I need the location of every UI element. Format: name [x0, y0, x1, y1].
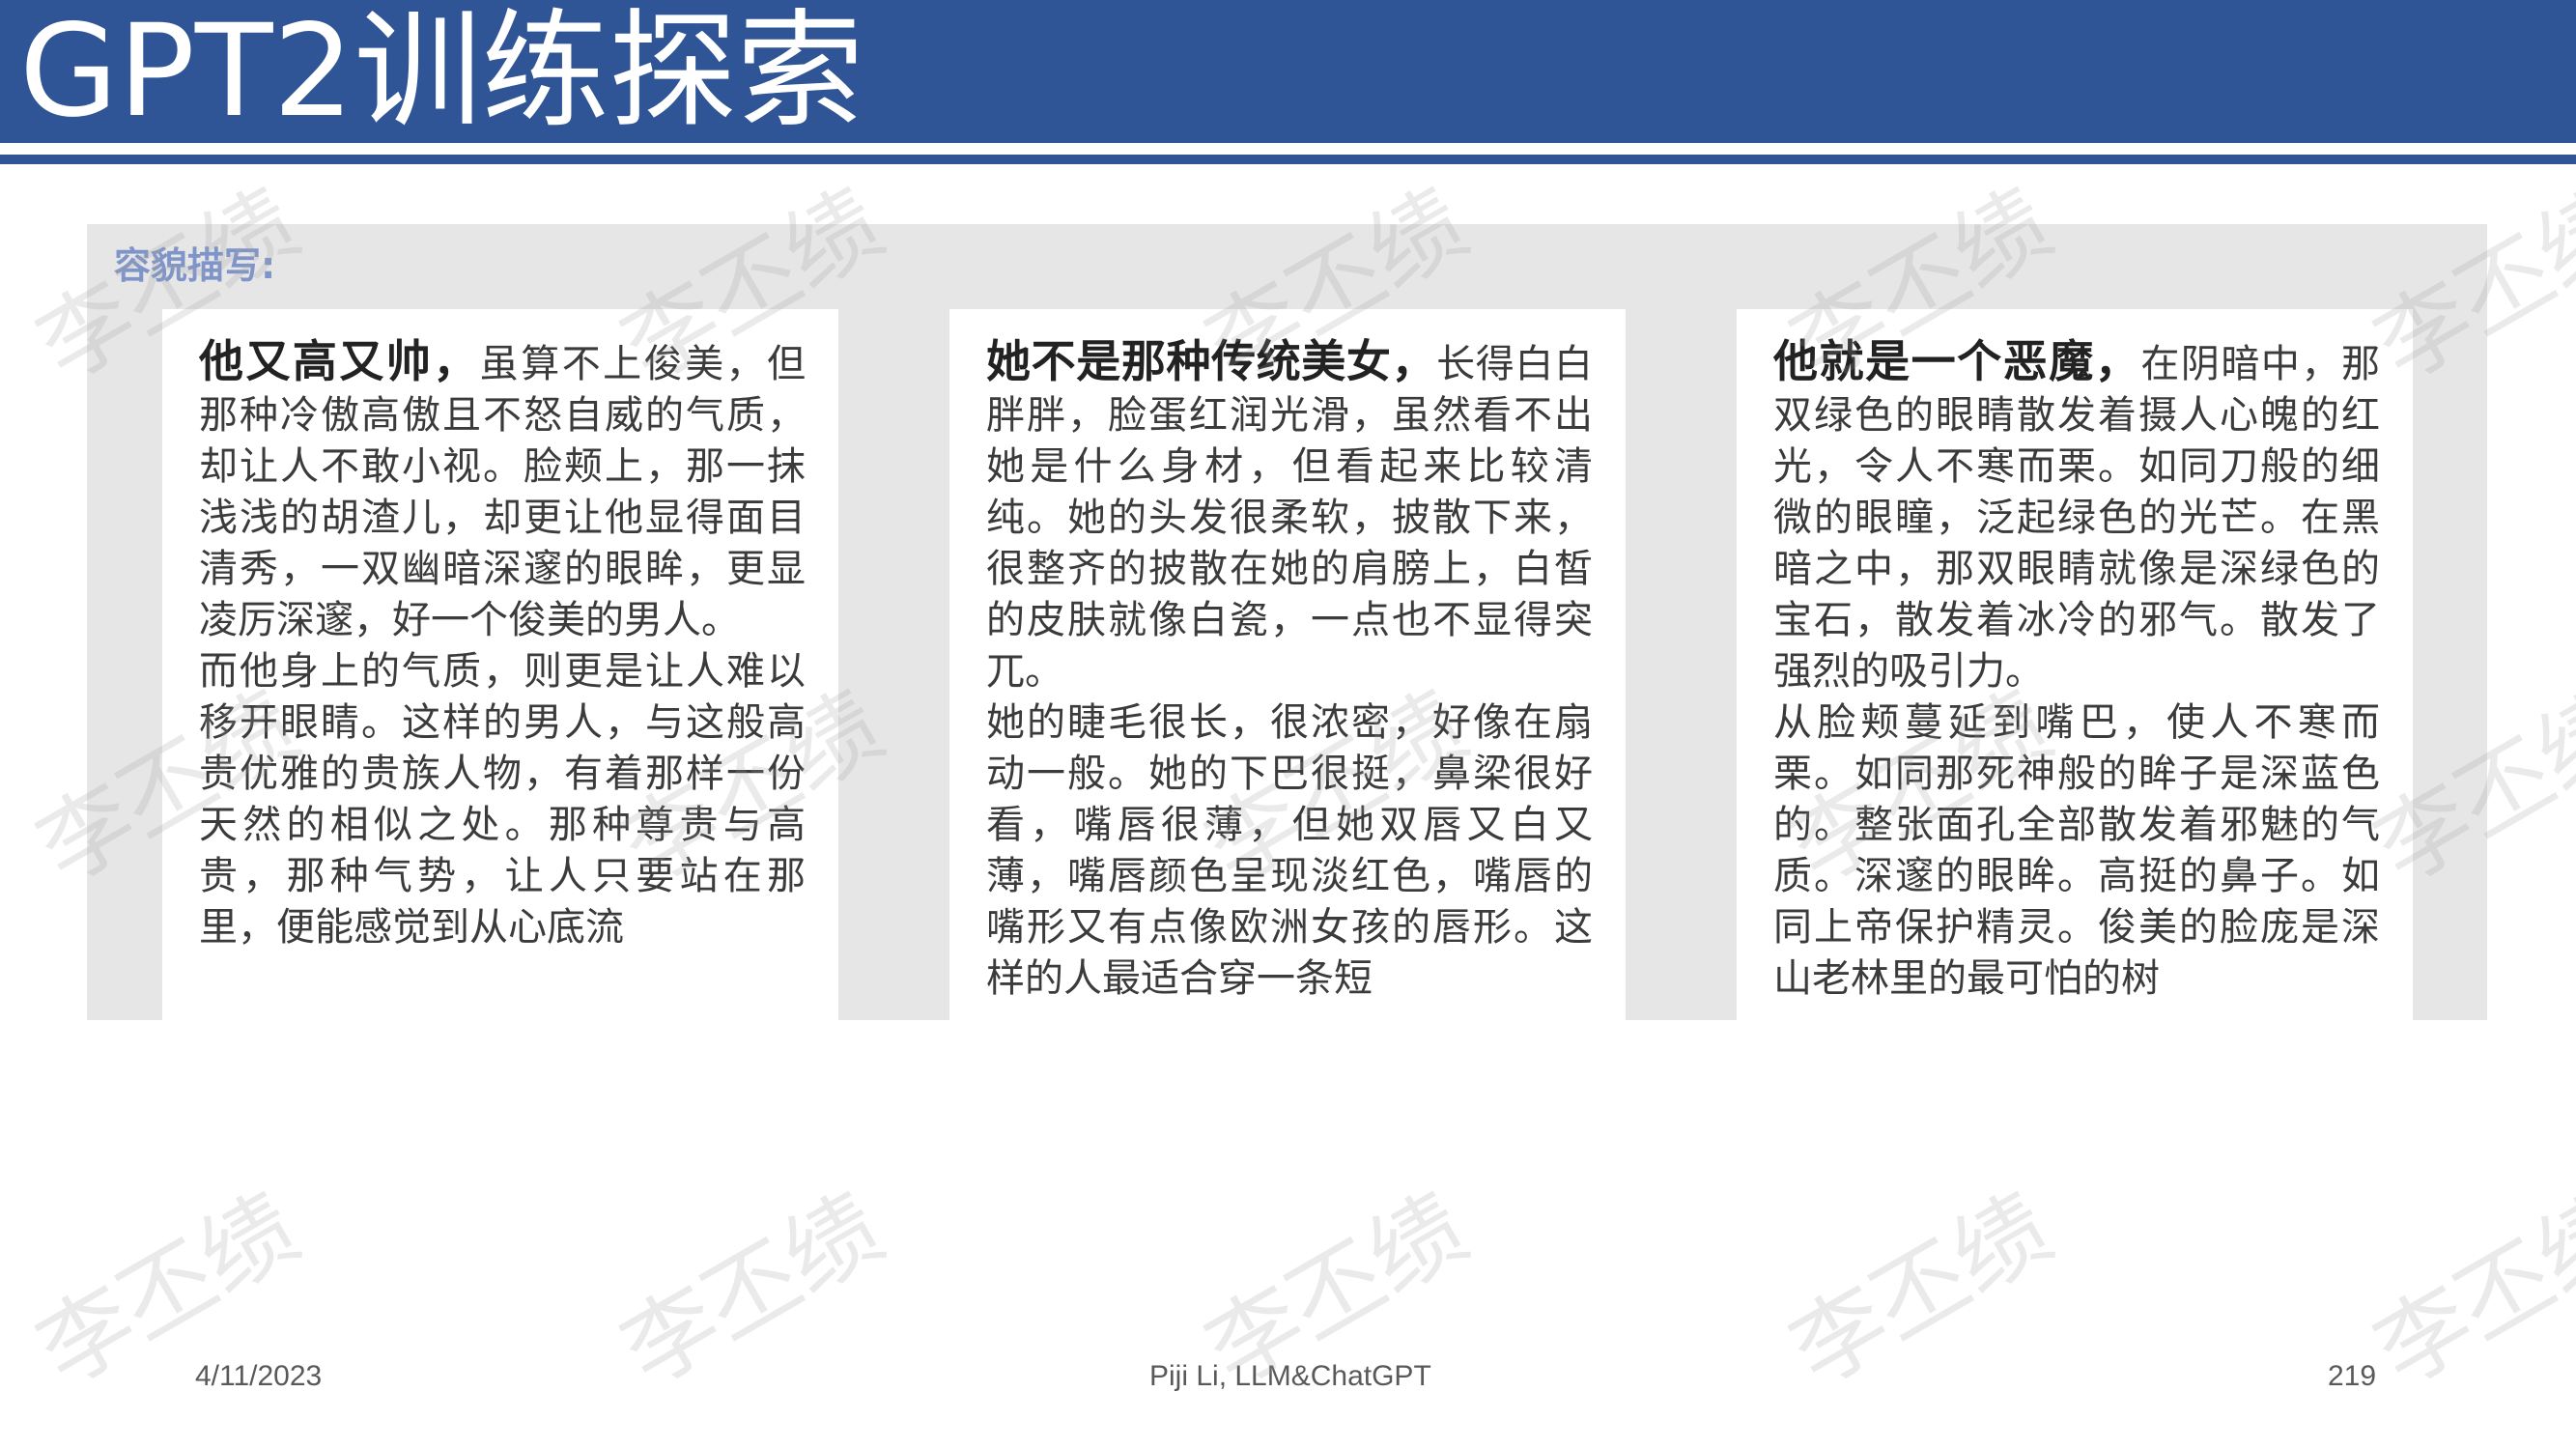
paragraph: 从脸颊蔓延到嘴巴，使人不寒而栗。如同那死神般的眸子是深蓝色的。整张面孔全部散发着… [1773, 700, 2380, 1001]
embedded-screenshot: 容貌描写: 他又高又帅，虽算不上俊美，但那种冷傲高傲且不怒自威的气质，却让人不敢… [87, 224, 2487, 1020]
text-card-1: 他又高又帅，虽算不上俊美，但那种冷傲高傲且不怒自威的气质，却让人不敢小视。脸颊上… [162, 309, 838, 1020]
figure-label: 容貌描写: [114, 244, 276, 287]
paragraph-text: 在阴暗中，那双绿色的眼睛散发着摄人心魄的红光，令人不寒而栗。如同刀般的细微的眼瞳… [1773, 342, 2381, 694]
footer-author: Piji Li, LLM&ChatGPT [1149, 1360, 1431, 1392]
paragraph: 他又高又帅，虽算不上俊美，但那种冷傲高傲且不怒自威的气质，却让人不敢小视。脸颊上… [199, 336, 806, 646]
watermark: 李丕绩 [605, 1174, 900, 1407]
text-card-2: 她不是那种传统美女，长得白白胖胖，脸蛋红润光滑，虽然看不出她是什么身材，但看起来… [949, 309, 1626, 1020]
footer-date: 4/11/2023 [195, 1360, 323, 1392]
paragraph: 她的睫毛很长，很浓密，好像在扇动一般。她的下巴很挺，鼻梁很好看，嘴唇很薄，但她双… [986, 700, 1593, 1001]
title-bar: GPT2训练探索 [0, 0, 2576, 143]
title-divider [0, 155, 2576, 164]
card-text: 他又高又帅，虽算不上俊美，但那种冷傲高傲且不怒自威的气质，却让人不敢小视。脸颊上… [199, 336, 806, 953]
watermark: 李丕绩 [2358, 1174, 2576, 1407]
text-card-3: 他就是一个恶魔，在阴暗中，那双绿色的眼睛散发着摄人心魄的红光，令人不寒而栗。如同… [1737, 309, 2413, 1020]
lead-phrase: 他又高又帅， [199, 335, 480, 387]
card-text: 她不是那种传统美女，长得白白胖胖，脸蛋红润光滑，虽然看不出她是什么身材，但看起来… [986, 336, 1593, 1005]
slide-title: GPT2训练探索 [19, 0, 864, 146]
lead-phrase: 她不是那种传统美女， [986, 335, 1437, 387]
card-text: 他就是一个恶魔，在阴暗中，那双绿色的眼睛散发着摄人心魄的红光，令人不寒而栗。如同… [1773, 336, 2380, 1005]
footer-page-number: 219 [2328, 1360, 2377, 1392]
lead-phrase: 他就是一个恶魔， [1773, 335, 2141, 387]
paragraph: 他就是一个恶魔，在阴暗中，那双绿色的眼睛散发着摄人心魄的红光，令人不寒而栗。如同… [1773, 336, 2380, 697]
paragraph: 她不是那种传统美女，长得白白胖胖，脸蛋红润光滑，虽然看不出她是什么身材，但看起来… [986, 336, 1593, 697]
watermark: 李丕绩 [1773, 1174, 2069, 1407]
paragraph: 而他身上的气质，则更是让人难以移开眼睛。这样的男人，与这般高贵优雅的贵族人物，有… [199, 649, 806, 950]
paragraph-text: 长得白白胖胖，脸蛋红润光滑，虽然看不出她是什么身材，但看起来比较清纯。她的头发很… [986, 342, 1594, 694]
